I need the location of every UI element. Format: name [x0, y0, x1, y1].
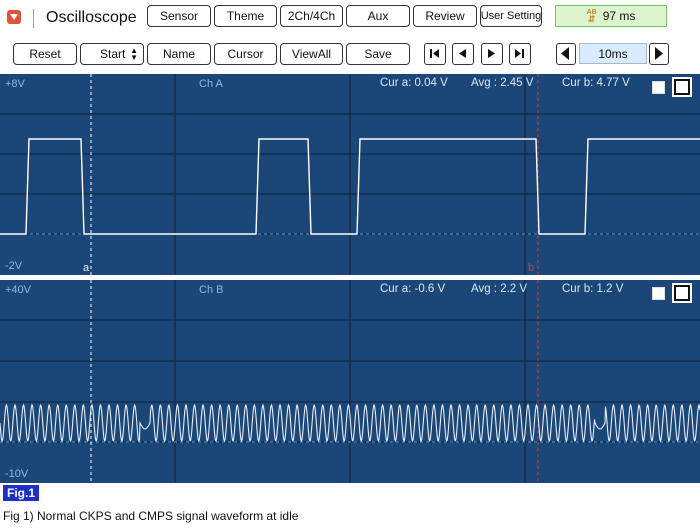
- name-button[interactable]: Name: [147, 43, 211, 65]
- step-back-button[interactable]: [452, 43, 474, 65]
- channel-a-grid: [0, 74, 700, 275]
- figure-badge: Fig.1: [3, 485, 40, 501]
- cursor-button[interactable]: Cursor: [214, 43, 277, 65]
- timebase-increase-button[interactable]: [649, 43, 669, 65]
- timer-value: 97 ms: [602, 9, 636, 23]
- step-forward-icon: [488, 49, 495, 58]
- sensor-button[interactable]: Sensor: [147, 5, 211, 27]
- reset-button[interactable]: Reset: [13, 43, 77, 65]
- start-button[interactable]: Start ▲ ▼: [80, 43, 144, 65]
- app-title: Oscilloscope: [46, 9, 137, 26]
- skip-to-start-button[interactable]: [424, 43, 446, 65]
- channel-a-cursor-a: Cur a: 0.04 V: [380, 77, 448, 89]
- review-button[interactable]: Review: [413, 5, 477, 27]
- timebase-value[interactable]: 10ms: [579, 43, 647, 64]
- timebase-decrease-button[interactable]: [556, 43, 576, 65]
- start-label: Start: [100, 47, 126, 61]
- channel-b-top-label: +40V: [5, 284, 31, 296]
- channel-a-plot: [0, 74, 700, 275]
- channel-b-name: Ch B: [199, 284, 224, 296]
- channel-a-scope[interactable]: +8V -2V Ch A Cur a: 0.04 V Avg : 2.45 V …: [0, 74, 700, 275]
- theme-button[interactable]: Theme: [214, 5, 277, 27]
- figure-caption: Fig 1) Normal CKPS and CMPS signal wavef…: [3, 509, 299, 523]
- header-divider: [33, 9, 34, 28]
- viewall-button[interactable]: ViewAll: [280, 43, 343, 65]
- channel-b-avg: Avg : 2.2 V: [471, 283, 528, 295]
- channel-b-bottom-label: -10V: [5, 468, 29, 480]
- channel-b-plot: [0, 280, 700, 483]
- cursor-a-marker[interactable]: a: [83, 262, 89, 274]
- channel-a-avg: Avg : 2.45 V: [471, 77, 534, 89]
- cursor-b-marker[interactable]: b: [528, 262, 534, 274]
- channel-a-top-label: +8V: [5, 78, 25, 90]
- timer-display: AB ⇵ 97 ms: [555, 5, 667, 27]
- channel-a-checkbox[interactable]: [652, 81, 665, 94]
- channel-a-name: Ch A: [199, 78, 223, 90]
- channel-b-cursor-b: Cur b: 1.2 V: [562, 283, 624, 295]
- channel-mode-button[interactable]: 2Ch/4Ch: [280, 5, 343, 27]
- timer-icon: AB ⇵: [586, 9, 597, 24]
- skip-to-end-icon: [515, 49, 524, 58]
- channel-b-grid: [0, 280, 700, 483]
- step-back-icon: [459, 49, 466, 58]
- channel-a-toggle[interactable]: [672, 77, 692, 97]
- user-setting-button[interactable]: User Setting: [480, 5, 542, 27]
- toolbar: Reset Start ▲ ▼ Name Cursor ViewAll Save …: [0, 37, 700, 73]
- title-bar: Oscilloscope Sensor Theme 2Ch/4Ch Aux Re…: [0, 0, 700, 36]
- channel-a-bottom-label: -2V: [5, 260, 23, 272]
- skip-to-end-button[interactable]: [509, 43, 531, 65]
- timebase-increase-icon: [655, 47, 663, 60]
- aux-button[interactable]: Aux: [346, 5, 410, 27]
- channel-b-scope[interactable]: +40V -10V Ch B Cur a: -0.6 V Avg : 2.2 V…: [0, 280, 700, 483]
- channel-b-checkbox[interactable]: [652, 287, 665, 300]
- channel-b-cursor-a: Cur a: -0.6 V: [380, 283, 446, 295]
- start-spinner-icon: ▲ ▼: [130, 46, 138, 62]
- channel-a-cursor-b: Cur b: 4.77 V: [562, 77, 630, 89]
- timebase-decrease-icon: [561, 47, 569, 60]
- save-button[interactable]: Save: [346, 43, 410, 65]
- app-menu-icon[interactable]: [7, 10, 21, 24]
- channel-b-toggle[interactable]: [672, 283, 692, 303]
- skip-to-start-icon: [430, 49, 439, 58]
- step-forward-button[interactable]: [481, 43, 503, 65]
